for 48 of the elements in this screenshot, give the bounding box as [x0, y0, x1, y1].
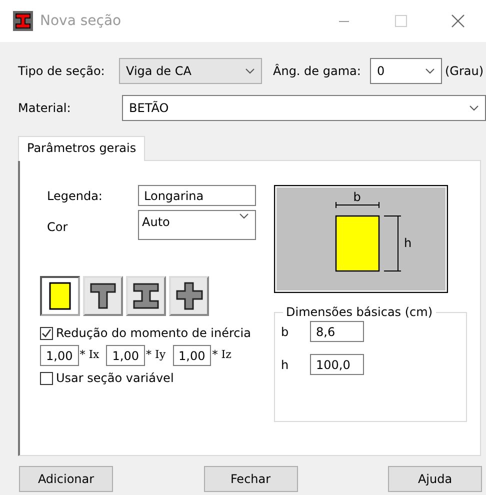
- legend-label: Legenda:: [46, 188, 104, 204]
- factor-suffix: * Iz: [212, 347, 232, 364]
- factor-field[interactable]: 1,00: [40, 345, 79, 366]
- color-dropdown[interactable]: Auto: [138, 210, 256, 240]
- gamma-angle-label: Âng. de gama:: [273, 62, 362, 80]
- dimension-field[interactable]: 8,6: [310, 321, 364, 342]
- width-dimension-line: [336, 202, 380, 208]
- section-type-label: Tipo de seção:: [18, 63, 106, 80]
- tee-shape-button[interactable]: [83, 276, 123, 316]
- group-title: Dimensões básicas (cm): [283, 304, 436, 320]
- factor-field[interactable]: 1,00: [172, 345, 212, 366]
- material-dropdown[interactable]: BETÃO: [122, 95, 486, 121]
- dimension-field[interactable]: 100,0: [310, 354, 364, 375]
- legend-field[interactable]: Longarina: [138, 185, 256, 206]
- cross-shape-button[interactable]: [169, 276, 209, 316]
- dialog-button[interactable]: Adicionar: [19, 466, 113, 492]
- caret-icon: [239, 213, 249, 219]
- factor-suffix: * Ix: [80, 347, 100, 364]
- dialog-button[interactable]: Ajuda: [388, 466, 482, 492]
- color-label: Cor: [46, 219, 69, 236]
- dialog-button[interactable]: Fechar: [204, 466, 298, 492]
- maximize-icon: [394, 15, 406, 27]
- rect-shape-button[interactable]: [40, 276, 80, 316]
- factor-suffix: * Iy: [146, 347, 166, 364]
- rectangular-section-shape: [335, 215, 380, 272]
- height-dimension-line: [384, 216, 402, 272]
- window-title: Nova seção: [40, 12, 122, 30]
- width-label: b: [353, 190, 361, 204]
- caret-icon: [245, 68, 255, 74]
- caret-icon: [425, 68, 435, 74]
- tab[interactable]: Parâmetros gerais: [18, 136, 146, 161]
- inertia-reduction-checkbox[interactable]: [40, 326, 53, 340]
- cross-shape-icon: [174, 280, 204, 312]
- variable-section-label: Usar seção variável: [56, 370, 174, 387]
- section-type-dropdown[interactable]: Viga de CA: [119, 58, 262, 84]
- close-icon: [450, 14, 464, 28]
- inertia-reduction-label: Redução do momento de inércia: [56, 325, 251, 342]
- variable-section-checkbox[interactable]: [40, 372, 53, 384]
- caret-icon: [469, 105, 479, 111]
- dimension-label: h: [281, 356, 290, 374]
- factor-field[interactable]: 1,00: [106, 345, 145, 366]
- unit-label: (Grau): [445, 63, 484, 80]
- dimension-label: b: [281, 324, 290, 340]
- height-label: h: [404, 236, 412, 250]
- i-beam-icon: [13, 11, 33, 31]
- gamma-angle-dropdown[interactable]: 0: [370, 58, 442, 84]
- i-beam-shape-button[interactable]: [126, 276, 166, 316]
- material-label: Material:: [18, 100, 72, 117]
